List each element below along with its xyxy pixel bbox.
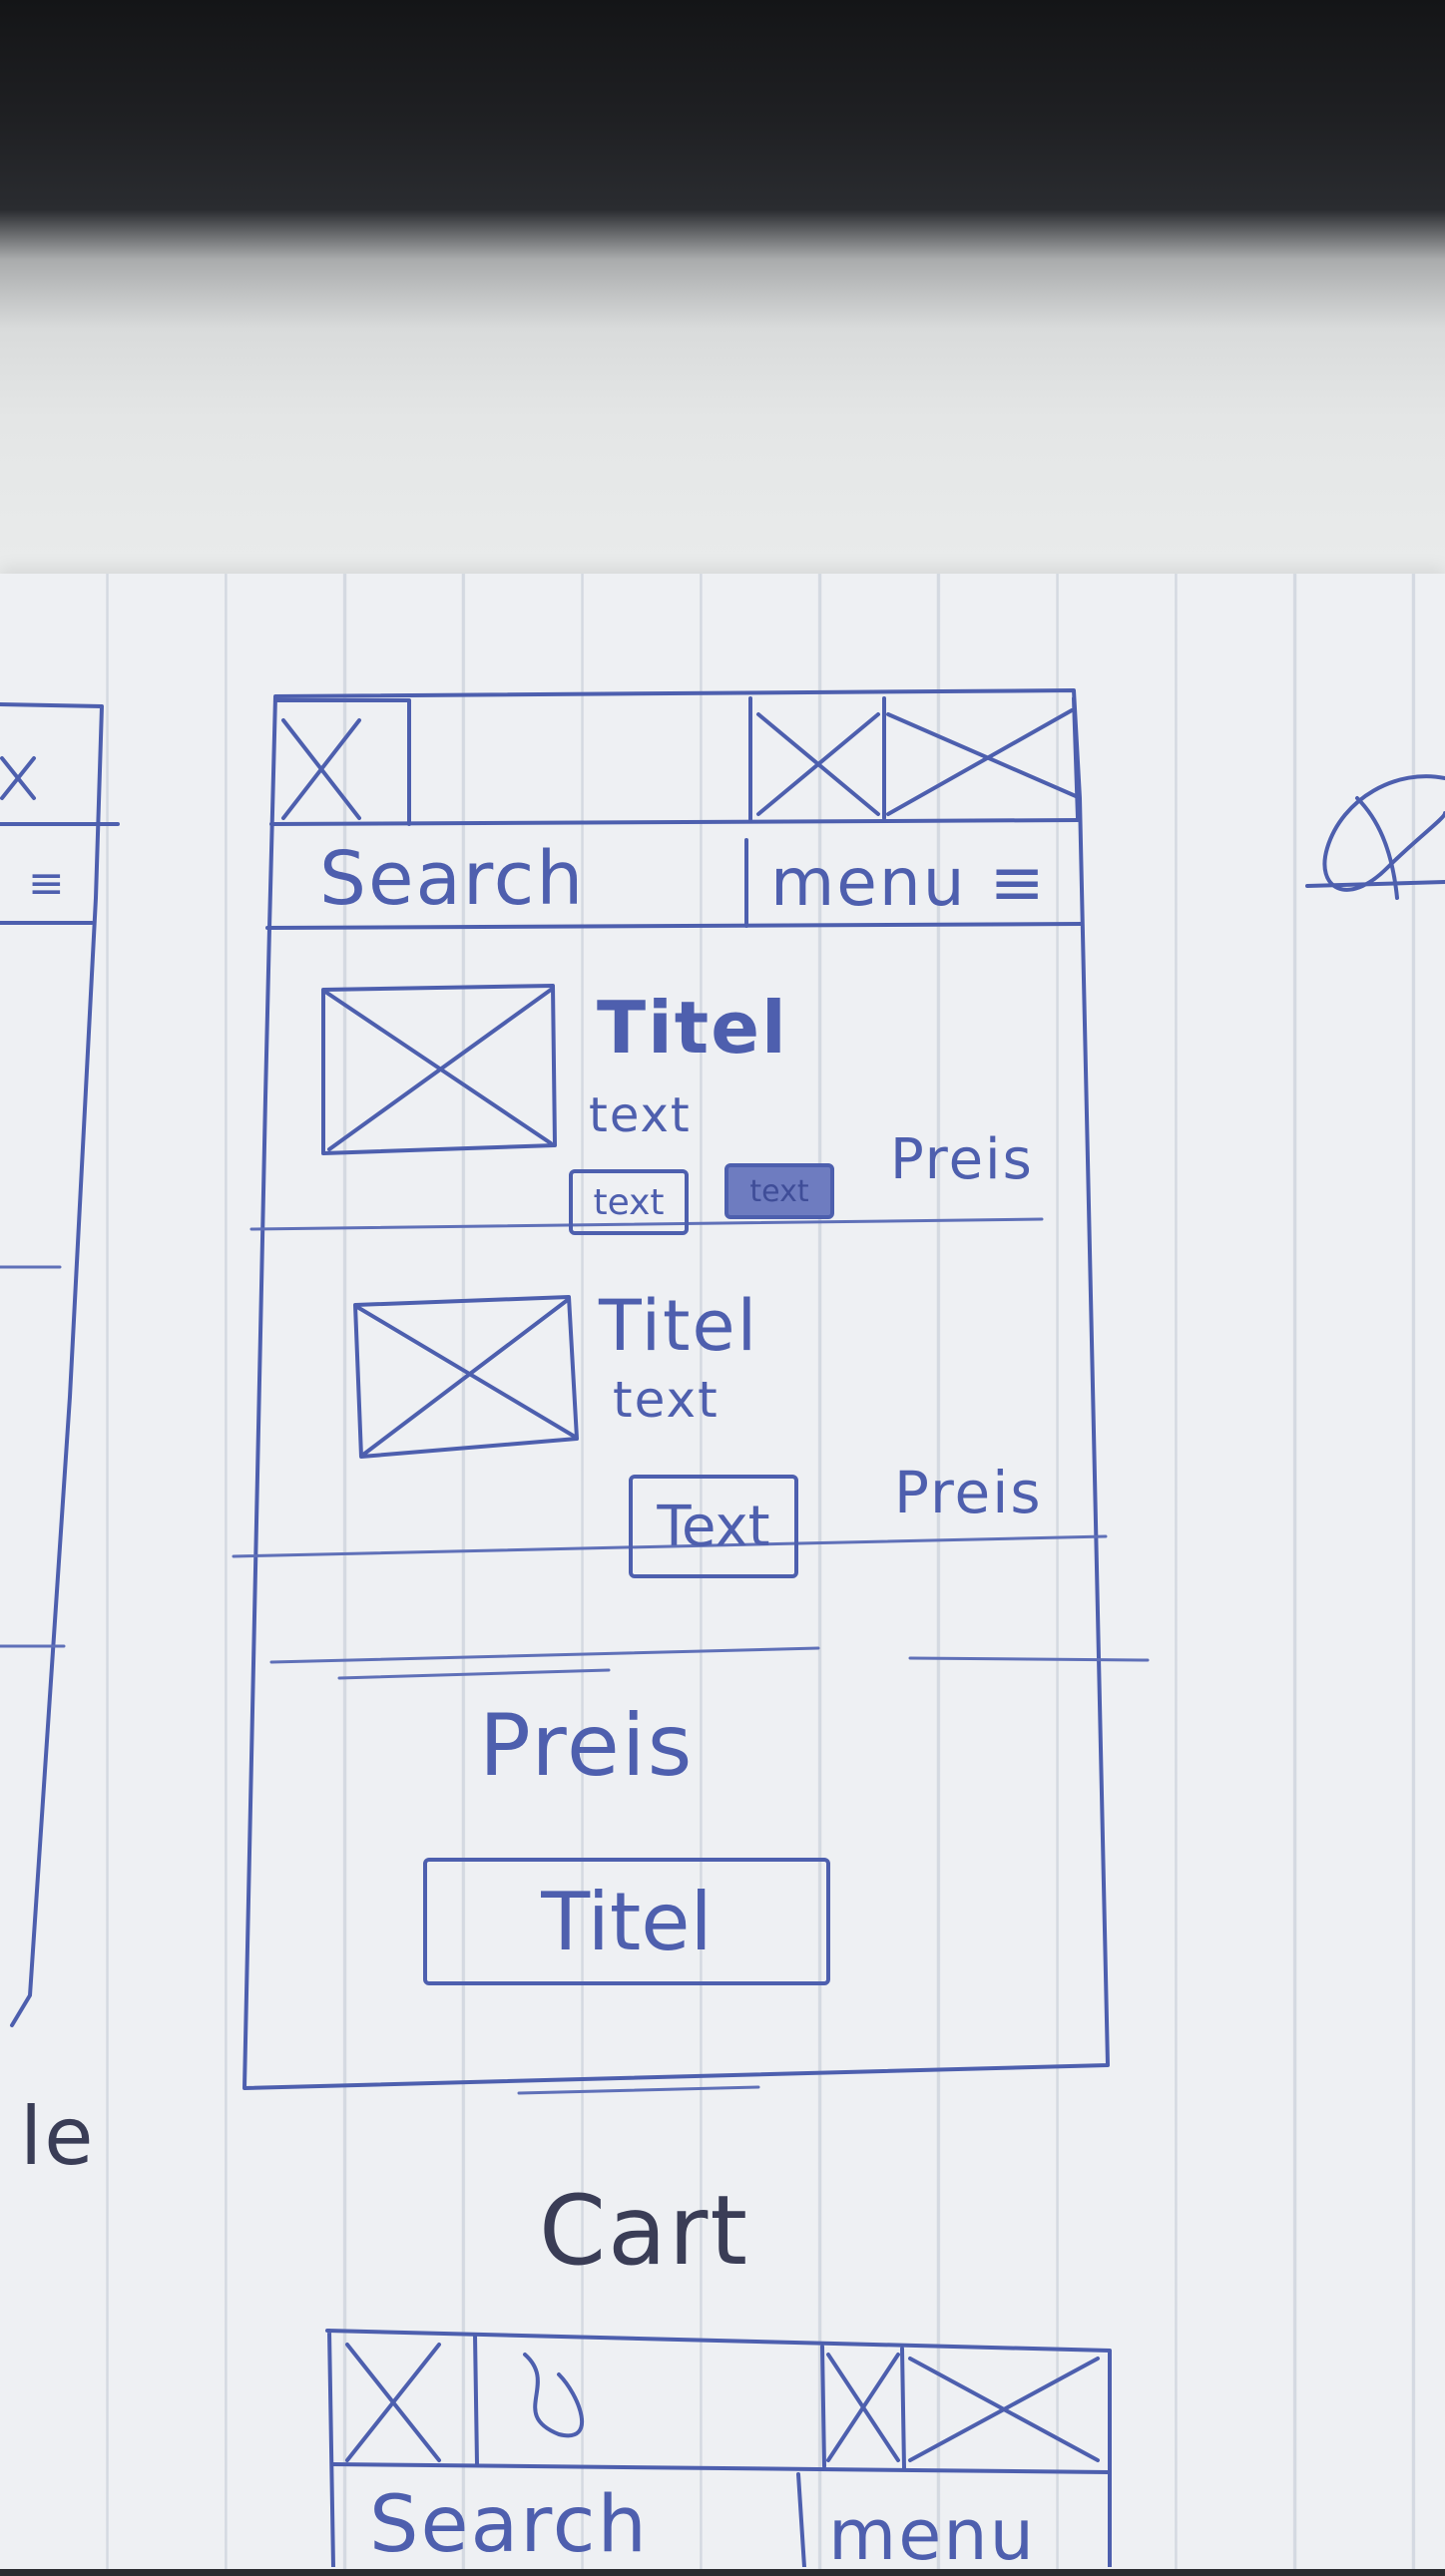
bottom-sketch-lines	[325, 2329, 1112, 2567]
bottom-menu-label: menu	[828, 2494, 1036, 2576]
bottom-search-label: Search	[369, 2480, 649, 2570]
